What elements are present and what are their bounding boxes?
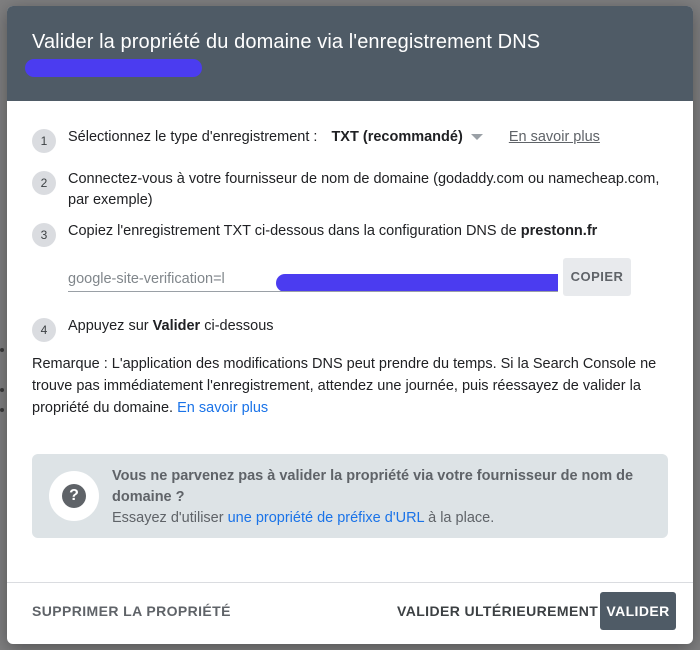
step-text: Connectez-vous à votre fournisseur de no…	[68, 171, 660, 208]
bullet-icon	[0, 348, 4, 352]
delete-property-button[interactable]: SUPPRIMER LA PROPRIÉTÉ	[32, 592, 231, 630]
step-sign-in-provider: 2 Connectez-vous à votre fournisseur de …	[32, 169, 668, 211]
info-text-before: Essayez d'utiliser	[112, 510, 228, 526]
bullet-icon	[0, 408, 4, 412]
dialog-header: Valider la propriété du domaine via l'en…	[7, 6, 693, 101]
validate-later-button[interactable]: VALIDER ULTÉRIEUREMENT	[397, 592, 598, 630]
step-copy-txt-record: 3 Copiez l'enregistrement TXT ci-dessous…	[32, 221, 668, 247]
dialog-title: Valider la propriété du domaine via l'en…	[32, 31, 541, 53]
learn-more-link[interactable]: En savoir plus	[509, 127, 600, 148]
redacted-domain-bar	[25, 59, 202, 77]
redacted-token-bar	[276, 274, 558, 291]
copy-button[interactable]: COPIER	[563, 258, 631, 296]
step-select-record-type: 1 Sélectionnez le type d'enregistrement …	[32, 127, 668, 157]
step-number: 2	[32, 171, 56, 195]
step-text: Appuyez sur	[68, 318, 153, 334]
step-number: 4	[32, 318, 56, 342]
verify-domain-dialog: Valider la propriété du domaine via l'en…	[7, 6, 693, 644]
record-type-select[interactable]: TXT (recommandé)	[331, 127, 483, 148]
note-text: Remarque : L'application des modificatio…	[32, 356, 657, 416]
step-press-validate: 4 Appuyez sur Valider ci-dessous	[32, 316, 668, 342]
step-text: ci-dessous	[200, 318, 274, 334]
url-prefix-property-link[interactable]: une propriété de préfixe d'URL	[228, 510, 425, 526]
chevron-down-icon	[470, 134, 483, 141]
bullet-icon	[0, 388, 4, 392]
help-icon-container: ?	[49, 471, 99, 521]
dns-note: Remarque : L'application des modificatio…	[32, 353, 668, 419]
step-text: Copiez l'enregistrement TXT ci-dessous d…	[68, 223, 521, 239]
help-info-box: ? Vous ne parvenez pas à valider la prop…	[32, 454, 668, 538]
record-type-value: TXT (recommandé)	[331, 129, 463, 145]
info-title: Vous ne parvenez pas à valider la propri…	[112, 468, 634, 505]
step-label: Sélectionnez le type d'enregistrement :	[68, 129, 318, 145]
txt-record-row: google-site-verification=l COPIER	[32, 258, 668, 298]
domain-name: prestonn.fr	[520, 223, 598, 239]
help-icon: ?	[62, 484, 86, 508]
txt-record-field[interactable]: google-site-verification=l	[68, 268, 558, 292]
dialog-footer: SUPPRIMER LA PROPRIÉTÉ VALIDER ULTÉRIEUR…	[7, 582, 693, 644]
info-text: Essayez d'utiliser une propriété de préf…	[112, 508, 648, 529]
note-learn-more-link[interactable]: En savoir plus	[177, 400, 268, 416]
step-number: 3	[32, 223, 56, 247]
step-number: 1	[32, 129, 56, 153]
dialog-body: 1 Sélectionnez le type d'enregistrement …	[7, 101, 693, 538]
validate-button[interactable]: VALIDER	[600, 592, 676, 630]
info-text-after: à la place.	[424, 510, 495, 526]
step-bold: Valider	[152, 318, 201, 334]
txt-record-value: google-site-verification=l	[68, 271, 225, 287]
